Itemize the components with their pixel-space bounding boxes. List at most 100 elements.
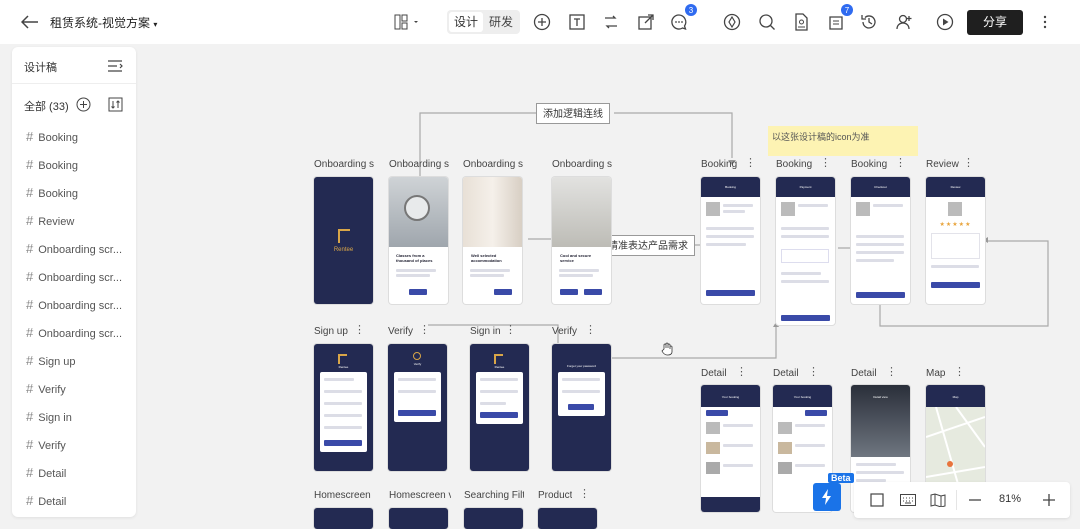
form-card: [558, 372, 605, 416]
product-thumb: [778, 442, 792, 454]
booking-frame-3[interactable]: Checkout: [851, 177, 910, 304]
room-photo: [463, 177, 522, 247]
frame-label: Searching Filte: [464, 490, 524, 501]
keyboard-icon[interactable]: [899, 491, 917, 509]
form-card: [320, 372, 367, 452]
sticky-note[interactable]: 以这张设计稿的icon为准: [768, 126, 918, 156]
zoom-out-icon[interactable]: [966, 491, 984, 509]
booking-frame-1[interactable]: Booking: [701, 177, 760, 304]
homescreen-frame-2[interactable]: [389, 508, 448, 529]
frame-icon[interactable]: [868, 491, 886, 509]
signin-frame[interactable]: Rentee: [470, 344, 529, 471]
text-line: [706, 235, 754, 238]
phone-title: Your booking: [721, 395, 740, 399]
frame-header: Map: [926, 385, 985, 407]
frame-header: Your booking: [701, 385, 760, 407]
frame-header: Payment: [776, 177, 835, 197]
zoom-level[interactable]: 81%: [999, 493, 1021, 505]
frame-more-icon[interactable]: ⋮: [895, 156, 906, 169]
logic-note[interactable]: 添加逻辑连线: [536, 103, 610, 124]
zoom-in-icon[interactable]: [1040, 491, 1058, 509]
frame-more-icon[interactable]: ⋮: [745, 156, 756, 169]
product-thumb: [778, 462, 792, 474]
frame-header: Booking: [701, 177, 760, 197]
onboard-heading: Cool and secure service: [560, 253, 592, 263]
signup-frame[interactable]: Rentee: [314, 344, 373, 471]
product-thumb: [706, 422, 720, 434]
frame-more-icon[interactable]: ⋮: [419, 323, 430, 336]
form-card: [394, 372, 441, 422]
skip-button: [560, 289, 578, 295]
phone-title: Forget your password: [566, 364, 596, 368]
frame-more-icon[interactable]: ⋮: [963, 156, 974, 169]
map-icon[interactable]: [929, 491, 947, 509]
text-line: [559, 269, 599, 272]
rentee-logo: [494, 354, 503, 364]
homescreen-frame[interactable]: [314, 508, 373, 529]
onboarding-frame-1[interactable]: Classes from a thousand of places: [389, 177, 448, 304]
review-frame[interactable]: Review ★★★★★: [926, 177, 985, 304]
pay-button: [856, 292, 905, 298]
frame-more-icon[interactable]: ⋮: [505, 323, 516, 336]
text-line: [856, 259, 894, 262]
frame-more-icon[interactable]: ⋮: [354, 323, 365, 336]
onboarding-frame-2[interactable]: Well selected accommodation: [463, 177, 522, 304]
phone-title: Checkout: [874, 185, 887, 189]
brand-name: Rentee: [333, 247, 354, 253]
frame-label: Verify: [388, 326, 414, 337]
frame-header: Checkout: [851, 177, 910, 197]
product-thumb: [706, 202, 720, 216]
frame-label: Sign up: [314, 326, 348, 337]
phone-title: Your booking: [793, 395, 812, 399]
search-filter-frame[interactable]: [464, 508, 523, 529]
onboarding-frame-splash[interactable]: Rentee: [314, 177, 373, 304]
confirm-button: [781, 315, 830, 321]
ai-bolt-button[interactable]: [813, 483, 841, 511]
text-line: [873, 204, 903, 207]
submit-button: [931, 282, 980, 288]
text-line: [723, 204, 753, 207]
requirement-note[interactable]: 精准表达产品需求: [601, 235, 695, 256]
frame-label: Booking: [701, 159, 738, 170]
onboarding-frame-3[interactable]: Cool and secure service: [552, 177, 611, 304]
payment-options: [781, 249, 829, 263]
text-line: [470, 274, 504, 277]
brand-name: Rentee: [338, 365, 349, 369]
frame-more-icon[interactable]: ⋮: [808, 365, 819, 378]
product-thumb: [706, 462, 720, 474]
text-line: [723, 210, 745, 213]
frame-more-icon[interactable]: ⋮: [585, 323, 596, 336]
divider: [956, 490, 957, 510]
frame-label: Homescreen v: [389, 490, 451, 501]
phone-title: Review: [950, 185, 961, 189]
logic-connectors: [419, 112, 1049, 359]
detail-frame-1[interactable]: Your booking: [701, 385, 760, 512]
text-line: [396, 274, 430, 277]
frame-more-icon[interactable]: ⋮: [886, 365, 897, 378]
verify-frame-1[interactable]: Verify: [388, 344, 447, 471]
frame-label: Onboarding s: [463, 159, 524, 170]
frame-label: Onboarding s: [552, 159, 613, 170]
segment-tab: [805, 410, 827, 416]
rating-stars: ★★★★★: [939, 222, 972, 228]
product-thumb: [856, 202, 870, 216]
frame-more-icon[interactable]: ⋮: [954, 365, 965, 378]
rentee-logo: [338, 354, 347, 364]
frame-label: Onboarding s: [389, 159, 450, 170]
text-line: [470, 269, 510, 272]
product-frame[interactable]: [538, 508, 597, 529]
booking-frame-2[interactable]: Payment: [776, 177, 835, 325]
book-button: [706, 290, 755, 296]
text-line: [781, 272, 821, 275]
text-line: [856, 235, 904, 238]
text-line: [856, 251, 904, 254]
verify-frame-2[interactable]: Forget your password: [552, 344, 611, 471]
frame-label: Detail: [773, 368, 799, 379]
frame-more-icon[interactable]: ⋮: [736, 365, 747, 378]
phone-title: Booking: [725, 185, 736, 189]
frame-more-icon[interactable]: ⋮: [820, 156, 831, 169]
product-thumb: [781, 202, 795, 216]
text-line: [856, 243, 904, 246]
phone-title: Payment: [799, 185, 812, 189]
frame-more-icon[interactable]: ⋮: [579, 487, 590, 500]
